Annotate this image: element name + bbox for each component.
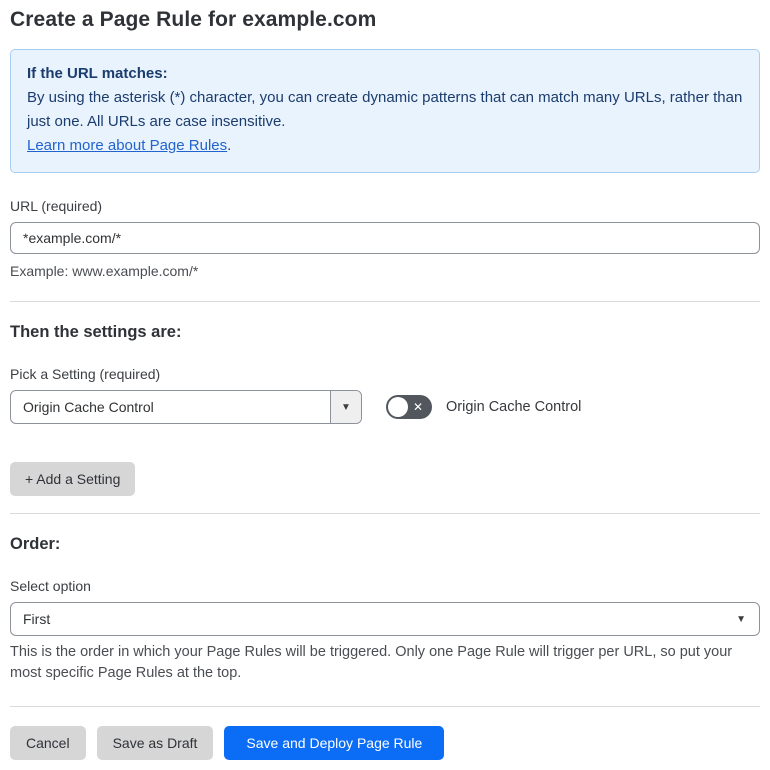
page-title: Create a Page Rule for example.com (10, 8, 377, 31)
origin-cache-control-toggle[interactable]: ✕ (386, 395, 432, 419)
url-match-info-box: If the URL matches: By using the asteris… (10, 49, 760, 173)
url-input[interactable] (10, 222, 760, 254)
chevron-down-icon: ▼ (736, 613, 746, 625)
divider (10, 301, 760, 302)
order-select-value: First (23, 611, 51, 627)
order-select[interactable]: First ▼ (10, 602, 760, 636)
cancel-button[interactable]: Cancel (10, 726, 86, 760)
url-field-label: URL (required) (10, 198, 103, 214)
url-example-helper: Example: www.example.com/* (10, 263, 199, 279)
info-box-body: By using the asterisk (*) character, you… (27, 89, 743, 130)
order-section-heading: Order: (10, 535, 61, 553)
info-box-heading: If the URL matches: (27, 65, 168, 82)
save-as-draft-button[interactable]: Save as Draft (96, 726, 214, 760)
setting-select-value: Origin Cache Control (23, 399, 154, 415)
pick-setting-label: Pick a Setting (required) (10, 366, 161, 382)
toggle-label: Origin Cache Control (446, 399, 582, 415)
order-helper-text: This is the order in which your Page Rul… (10, 644, 733, 681)
setting-row: Origin Cache Control ▼ ✕ Origin Cache Co… (10, 390, 760, 424)
divider (10, 706, 760, 707)
save-and-deploy-button[interactable]: Save and Deploy Page Rule (224, 726, 445, 760)
create-page-rule-form: Create a Page Rule for example.com If th… (0, 0, 770, 770)
toggle-knob (388, 397, 408, 417)
chevron-down-icon[interactable]: ▼ (330, 391, 361, 423)
footer-actions: Cancel Save as Draft Save and Deploy Pag… (10, 726, 760, 760)
add-setting-button[interactable]: + Add a Setting (10, 462, 136, 496)
link-period: . (227, 137, 232, 154)
info-box-link-line: Learn more about Page Rules. (27, 134, 743, 158)
order-select-label: Select option (10, 578, 91, 594)
learn-more-link[interactable]: Learn more about Page Rules (27, 137, 227, 154)
settings-section-heading: Then the settings are: (10, 323, 182, 341)
divider (10, 513, 760, 514)
toggle-off-x-icon: ✕ (413, 400, 424, 414)
setting-select[interactable]: Origin Cache Control ▼ (10, 390, 362, 424)
